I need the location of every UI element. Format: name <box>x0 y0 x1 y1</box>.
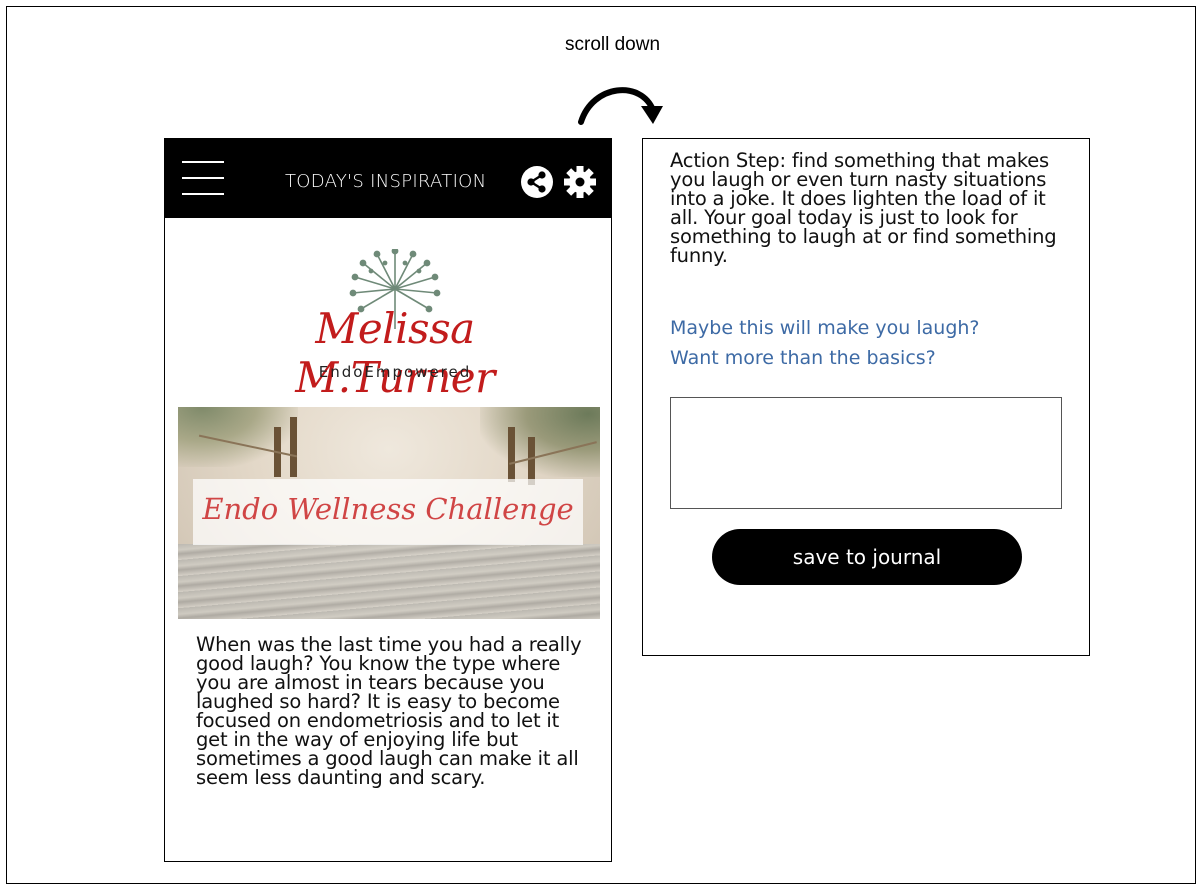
header-title: TODAY'S INSPIRATION <box>285 171 487 192</box>
logo-tagline: EndoEmpowered <box>318 363 472 381</box>
banner-title: Endo Wellness Challenge <box>202 492 574 526</box>
app-header: TODAY'S INSPIRATION <box>165 139 611 218</box>
share-icon[interactable] <box>520 165 554 199</box>
journal-input[interactable] <box>670 397 1062 509</box>
logo-name: Melissa M.Turner <box>295 304 495 402</box>
intro-paragraph: When was the last time you had a really … <box>196 633 582 789</box>
laugh-link[interactable]: Maybe this will make you laugh? <box>670 317 980 339</box>
phone-screen-scrolled: Action Step: find something that makes y… <box>642 138 1090 656</box>
save-to-journal-button[interactable]: save to journal <box>712 529 1022 585</box>
action-step-paragraph: Action Step: find something that makes y… <box>670 149 1057 267</box>
phone-screen-top: TODAY'S INSPIRATION Melissa M.Turner End… <box>164 138 612 862</box>
hamburger-menu-icon[interactable] <box>182 161 224 196</box>
scroll-annotation: scroll down <box>565 34 661 55</box>
curved-arrow-icon <box>578 87 663 125</box>
brand-logo: Melissa M.Turner EndoEmpowered <box>215 249 575 402</box>
challenge-banner-image: Endo Wellness Challenge <box>178 407 600 619</box>
gear-icon[interactable] <box>563 165 597 199</box>
more-basics-link[interactable]: Want more than the basics? <box>670 347 936 369</box>
